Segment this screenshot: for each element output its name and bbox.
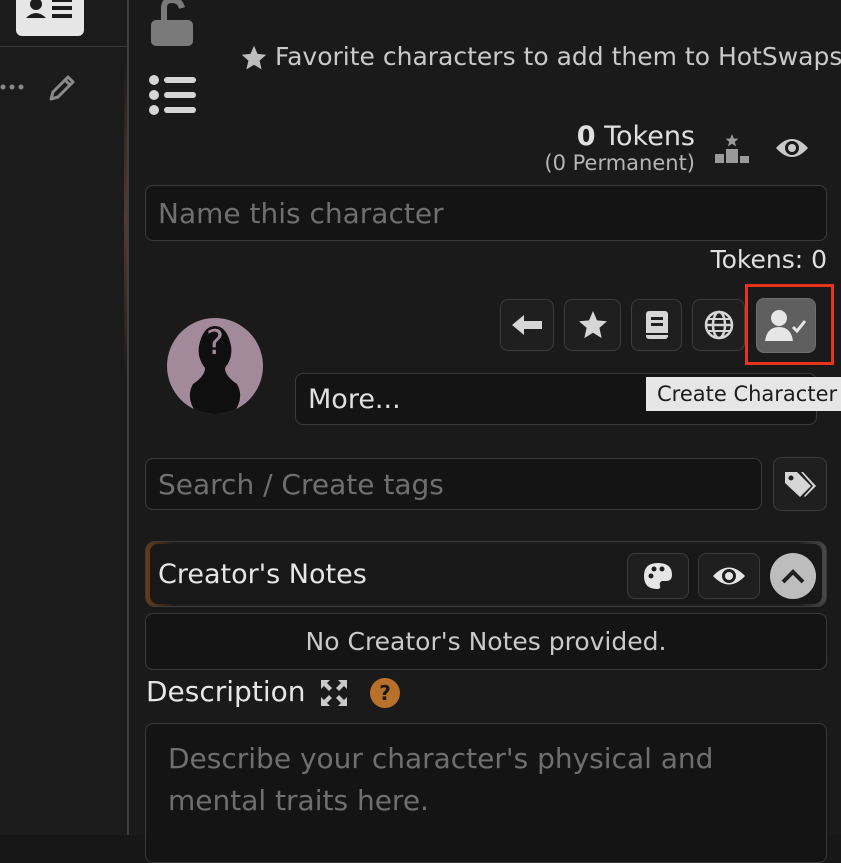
token-summary: 0 Tokens — [577, 121, 695, 152]
world-info-button[interactable] — [692, 299, 745, 351]
hotswaps-hint: Favorite characters to add them to HotSw… — [275, 42, 841, 71]
star-icon — [241, 45, 267, 70]
left-panel — [0, 0, 127, 835]
help-label: ? — [379, 681, 391, 705]
user-check-icon — [765, 309, 807, 341]
eye-icon[interactable] — [774, 134, 810, 162]
tags-input[interactable]: Search / Create tags — [145, 458, 762, 510]
silhouette-icon: ? — [189, 323, 241, 414]
create-character-button[interactable] — [756, 298, 816, 353]
character-card-tab[interactable] — [16, 0, 84, 36]
token-count: 0 — [576, 121, 596, 152]
list-icon[interactable] — [148, 74, 198, 116]
creator-notes-empty: No Creator's Notes provided. — [305, 627, 667, 656]
left-separator — [0, 46, 127, 47]
lock-open-icon[interactable] — [148, 0, 196, 48]
chevron-up-icon — [781, 569, 805, 584]
globe-icon — [704, 310, 733, 340]
arrow-left-icon — [512, 315, 542, 335]
character-name-input[interactable]: Name this character — [145, 185, 827, 241]
eye-icon — [713, 567, 745, 585]
description-title: Description — [146, 675, 306, 708]
notes-collapse-button[interactable] — [770, 553, 816, 599]
question-icon[interactable]: ? — [370, 678, 400, 708]
favorite-button[interactable] — [564, 299, 621, 351]
back-button[interactable] — [500, 299, 554, 351]
avatar[interactable]: ? — [167, 318, 263, 414]
pencil-icon[interactable] — [46, 72, 78, 104]
tags-button[interactable] — [773, 457, 827, 511]
character-name-placeholder: Name this character — [158, 196, 444, 230]
description-textarea[interactable]: Describe your character's physical and m… — [145, 723, 827, 863]
more-dropdown-label: More... — [308, 383, 401, 415]
palette-icon — [644, 563, 672, 589]
star-icon — [578, 311, 607, 339]
token-permanent: (0 Permanent) — [544, 151, 695, 175]
notes-visibility-button[interactable] — [698, 553, 760, 599]
expand-icon[interactable] — [319, 678, 349, 708]
tooltip: Create Character — [646, 377, 841, 411]
podium-icon[interactable] — [714, 132, 750, 164]
lore-book-button[interactable] — [631, 299, 682, 351]
ellipsis-icon[interactable] — [0, 82, 28, 92]
tags-icon — [785, 472, 816, 497]
notes-style-button[interactable] — [627, 553, 689, 599]
svg-text:?: ? — [206, 323, 224, 363]
creator-notes-title: Creator's Notes — [158, 559, 367, 590]
tags-placeholder: Search / Create tags — [158, 467, 444, 501]
token-counter: Tokens: 0 — [710, 245, 827, 274]
book-icon — [645, 311, 668, 339]
id-card-icon — [26, 0, 72, 18]
creator-notes-body: No Creator's Notes provided. — [145, 613, 827, 670]
token-label: Tokens — [604, 121, 695, 152]
description-placeholder: Describe your character's physical and m… — [168, 742, 714, 817]
